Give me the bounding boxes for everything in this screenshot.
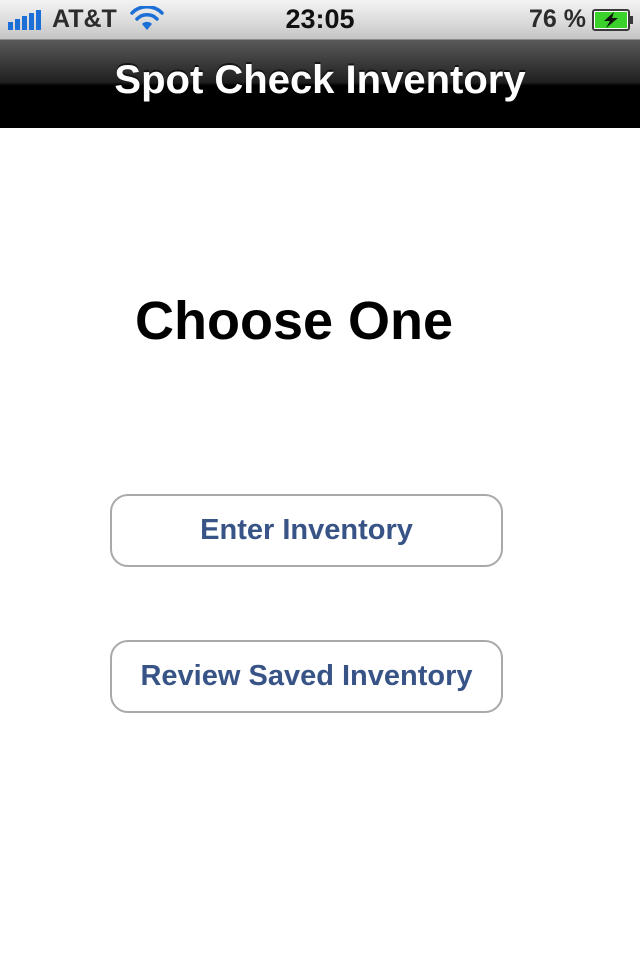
battery-percent: 76 % (529, 5, 586, 33)
enter-inventory-button[interactable]: Enter Inventory (110, 494, 503, 567)
page-heading: Choose One (135, 291, 454, 351)
status-bar: AT&T 23:05 76 % (0, 0, 640, 40)
navigation-bar: Spot Check Inventory (0, 40, 640, 128)
nav-title: Spot Check Inventory (114, 58, 526, 102)
enter-inventory-label: Enter Inventory (200, 514, 413, 546)
review-saved-inventory-label: Review Saved Inventory (140, 660, 473, 692)
battery-charging-icon (592, 9, 633, 31)
review-saved-inventory-button[interactable]: Review Saved Inventory (110, 640, 503, 713)
app-screen: AT&T 23:05 76 % Spot Check Inventory Cho… (0, 0, 640, 960)
